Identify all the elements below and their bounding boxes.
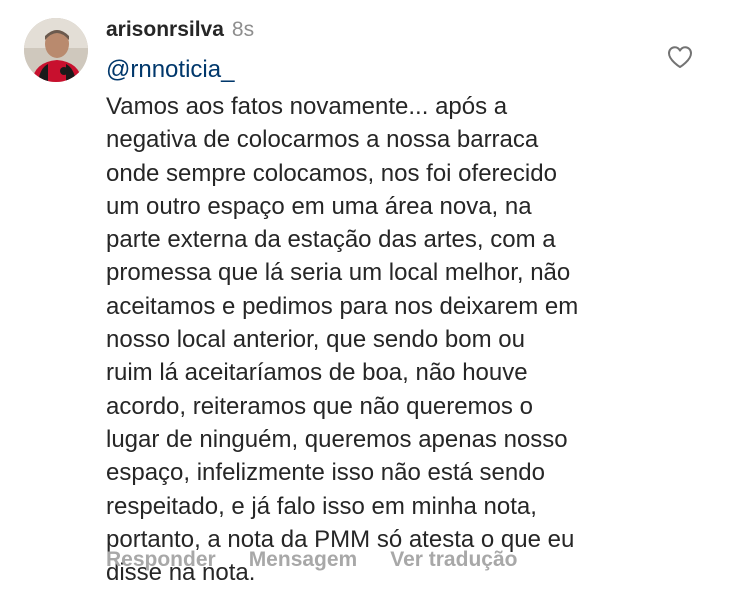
avatar[interactable] (24, 18, 88, 82)
comment: arisonrsilva 8s @rnnoticia_ Vamos aos fa… (0, 0, 739, 606)
comment-line: espaço, infelizmente isso não está sendo (106, 459, 545, 487)
comment-line: ruim lá aceitaríamos de boa, não houve (106, 359, 528, 387)
mention-link[interactable]: @rnnoticia_ (106, 56, 234, 84)
comment-text: Vamos aos fatos novamente... após a nega… (106, 90, 636, 589)
comment-line: respeitado, e já falo isso em minha nota… (106, 492, 537, 520)
avatar-photo (24, 18, 88, 82)
comment-line: parte externa da estação das artes, com … (106, 226, 556, 254)
translate-button[interactable]: Ver tradução (390, 548, 517, 572)
heart-outline-icon[interactable] (667, 45, 693, 69)
comment-line: negativa de colocarmos a nossa barraca (106, 126, 539, 154)
comment-line: Vamos aos fatos novamente... após a (106, 93, 508, 120)
timestamp: 8s (231, 18, 255, 41)
comment-header: arisonrsilva 8s (106, 18, 254, 46)
comment-line: promessa que lá seria um local melhor, n… (106, 259, 571, 287)
username[interactable]: arisonrsilva (106, 18, 224, 42)
comment-line: lugar de ninguém, queremos apenas nosso (106, 425, 568, 453)
message-button[interactable]: Mensagem (249, 548, 358, 572)
comment-line: onde sempre colocamos, nos foi oferecido (106, 159, 557, 187)
comment-line: acordo, reiteramos que não queremos o (106, 392, 533, 420)
comment-line: nosso local anterior, que sendo bom ou (106, 326, 525, 354)
reply-button[interactable]: Responder (106, 548, 216, 572)
comment-line: aceitamos e pedimos para nos deixarem em (106, 292, 579, 320)
comment-actions: Responder Mensagem Ver tradução (106, 548, 550, 572)
comment-line: um outro espaço em uma área nova, na (106, 192, 532, 220)
